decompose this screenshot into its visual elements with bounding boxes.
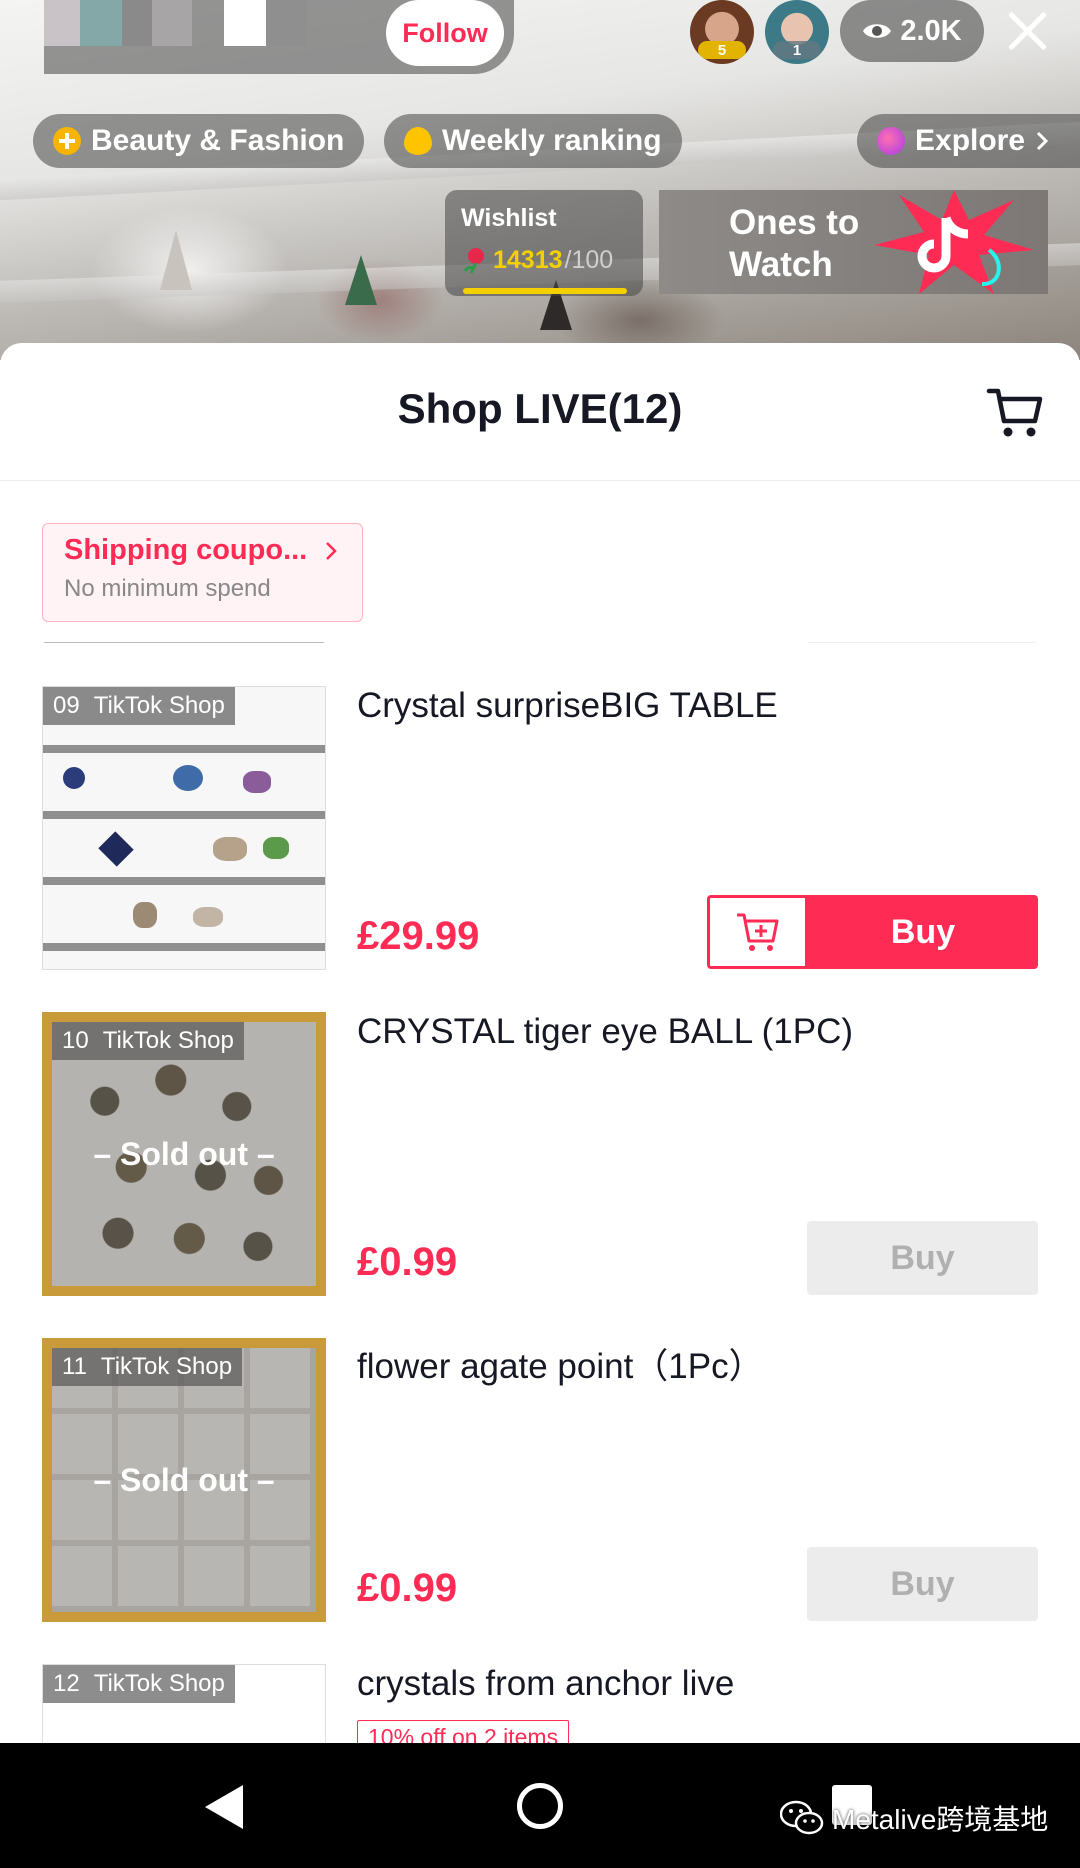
- product-index: 12: [53, 1670, 80, 1697]
- wishlist-title: Wishlist: [461, 204, 557, 232]
- eye-icon: [863, 24, 892, 38]
- home-circle-icon[interactable]: [517, 1783, 563, 1829]
- product-tag: 09 TikTok Shop: [43, 687, 235, 725]
- wishlist-count: 14313: [493, 245, 563, 274]
- shop-label: TikTok Shop: [93, 1670, 225, 1697]
- buy-button[interactable]: Buy: [808, 895, 1038, 969]
- product-index: 10: [62, 1027, 89, 1054]
- top-viewer-avatar[interactable]: 1: [765, 0, 829, 64]
- product-thumbnail[interactable]: 12 TikTok Shop: [42, 1664, 326, 1743]
- blurred-name: [122, 0, 152, 46]
- product-item[interactable]: – Sold out – 10 TikTok Shop CRYSTAL tige…: [0, 1012, 1080, 1302]
- shop-sheet: Shop LIVE(12) Shipping coupo... No minim…: [0, 343, 1080, 1743]
- buy-button-disabled[interactable]: Buy: [807, 1221, 1038, 1295]
- explore-label: Explore: [915, 124, 1026, 157]
- product-item[interactable]: 09 TikTok Shop Crystal surpriseBIG TABLE…: [0, 686, 1080, 976]
- shop-label: TikTok Shop: [93, 692, 225, 719]
- product-thumbnail[interactable]: 09 TikTok Shop: [42, 686, 326, 970]
- wishlist-progress: 14313 /100: [461, 245, 627, 275]
- category-label: Beauty & Fashion: [91, 124, 345, 157]
- category-tag[interactable]: Beauty & Fashion: [33, 114, 365, 168]
- sold-out-overlay: – Sold out –: [52, 1348, 316, 1612]
- product-index: 09: [53, 692, 80, 719]
- shipping-coupon[interactable]: Shipping coupo... No minimum spend: [42, 523, 363, 622]
- buy-button-disabled[interactable]: Buy: [807, 1547, 1038, 1621]
- blurred-avatar: [80, 0, 122, 46]
- product-thumbnail[interactable]: – Sold out – 11 TikTok Shop: [42, 1338, 326, 1622]
- product-price: £0.99: [357, 1566, 458, 1610]
- top-viewer-avatar[interactable]: 5: [690, 0, 754, 64]
- coupon-subtitle: No minimum spend: [64, 575, 271, 602]
- discount-tag: 10% off on 2 items: [357, 1720, 570, 1743]
- follow-button[interactable]: Follow: [386, 0, 504, 66]
- crystal-item: [263, 837, 289, 859]
- weekly-ranking-tag[interactable]: Weekly ranking: [384, 114, 682, 168]
- watermark-text: Metalive跨境基地: [832, 1804, 1049, 1835]
- crystal-figure: [345, 255, 377, 305]
- crystal-item: [193, 907, 223, 927]
- product-name[interactable]: Crystal surpriseBIG TABLE: [357, 686, 778, 726]
- blurred-name: [224, 0, 266, 46]
- ones-to-watch-text: Ones to Watch: [729, 203, 860, 284]
- blurred-name: [266, 0, 306, 46]
- crystal-item: [63, 767, 85, 789]
- rank-badge: 1: [773, 41, 821, 59]
- crystal-item: [243, 771, 271, 793]
- crystal-figure: [160, 230, 192, 290]
- watermark: Metalive跨境基地: [780, 1798, 1048, 1838]
- coupon-title-row: Shipping coupo...: [64, 534, 362, 567]
- sheet-title: Shop LIVE(12): [397, 385, 683, 432]
- product-name[interactable]: crystals from anchor live: [357, 1664, 734, 1704]
- chevron-right-icon: [326, 541, 338, 560]
- product-item[interactable]: – Sold out – 11 TikTok Shop flower agate…: [0, 1338, 1080, 1628]
- explore-tag[interactable]: Explore: [857, 114, 1080, 168]
- shop-label: TikTok Shop: [102, 1027, 234, 1054]
- planet-icon: [877, 127, 905, 155]
- product-price: £29.99: [357, 914, 480, 958]
- sold-out-overlay: – Sold out –: [52, 1022, 316, 1286]
- coupon-title: Shipping coupo...: [64, 534, 308, 566]
- product-name[interactable]: flower agate point（1Pc）: [357, 1338, 764, 1389]
- divider: [808, 642, 1036, 643]
- buy-actions: Buy: [707, 895, 1038, 969]
- shopping-cart-icon[interactable]: [986, 383, 1044, 441]
- rose-icon: [463, 248, 484, 274]
- close-icon[interactable]: [1002, 6, 1052, 56]
- product-item[interactable]: 12 TikTok Shop crystals from anchor live…: [0, 1664, 1080, 1743]
- crystal-item: [98, 831, 134, 867]
- chevron-right-icon: [1036, 131, 1049, 151]
- crystal-item: [173, 765, 203, 791]
- sheet-header: Shop LIVE(12): [0, 343, 1080, 481]
- rank-badge: 5: [698, 41, 746, 59]
- wishlist-widget[interactable]: Wishlist 14313 /100: [445, 190, 643, 296]
- blurred-name: [152, 0, 192, 46]
- flame-icon: [404, 127, 432, 155]
- crystal-item: [213, 837, 247, 861]
- viewer-count[interactable]: 2.0K: [840, 0, 984, 62]
- crystal-item: [133, 902, 157, 928]
- product-tag: 10 TikTok Shop: [52, 1022, 244, 1060]
- product-tag: 11 TikTok Shop: [52, 1348, 243, 1386]
- blurred-avatar: [44, 0, 80, 46]
- plus-badge-icon: [53, 127, 81, 155]
- product-price: £0.99: [357, 1240, 458, 1284]
- product-tag: 12 TikTok Shop: [43, 1665, 235, 1703]
- system-navigation-bar: Metalive跨境基地: [0, 1743, 1080, 1868]
- viewer-count-text: 2.0K: [900, 14, 962, 47]
- wishlist-progress-bar: [463, 288, 627, 294]
- add-to-cart-icon: [736, 913, 778, 951]
- product-thumbnail[interactable]: – Sold out – 10 TikTok Shop: [42, 1012, 326, 1296]
- product-name[interactable]: CRYSTAL tiger eye BALL (1PC): [357, 1012, 853, 1052]
- wechat-icon: [780, 1800, 824, 1835]
- add-to-cart-button[interactable]: [707, 895, 808, 969]
- ones-to-watch-banner[interactable]: Ones to Watch: [659, 190, 1048, 294]
- wishlist-goal: /100: [564, 245, 614, 274]
- tiktok-logo-icon: [874, 190, 1034, 294]
- back-triangle-icon[interactable]: [205, 1785, 243, 1829]
- divider: [44, 642, 324, 643]
- shop-label: TikTok Shop: [100, 1353, 233, 1380]
- product-index: 11: [62, 1353, 87, 1380]
- ranking-label: Weekly ranking: [442, 124, 662, 157]
